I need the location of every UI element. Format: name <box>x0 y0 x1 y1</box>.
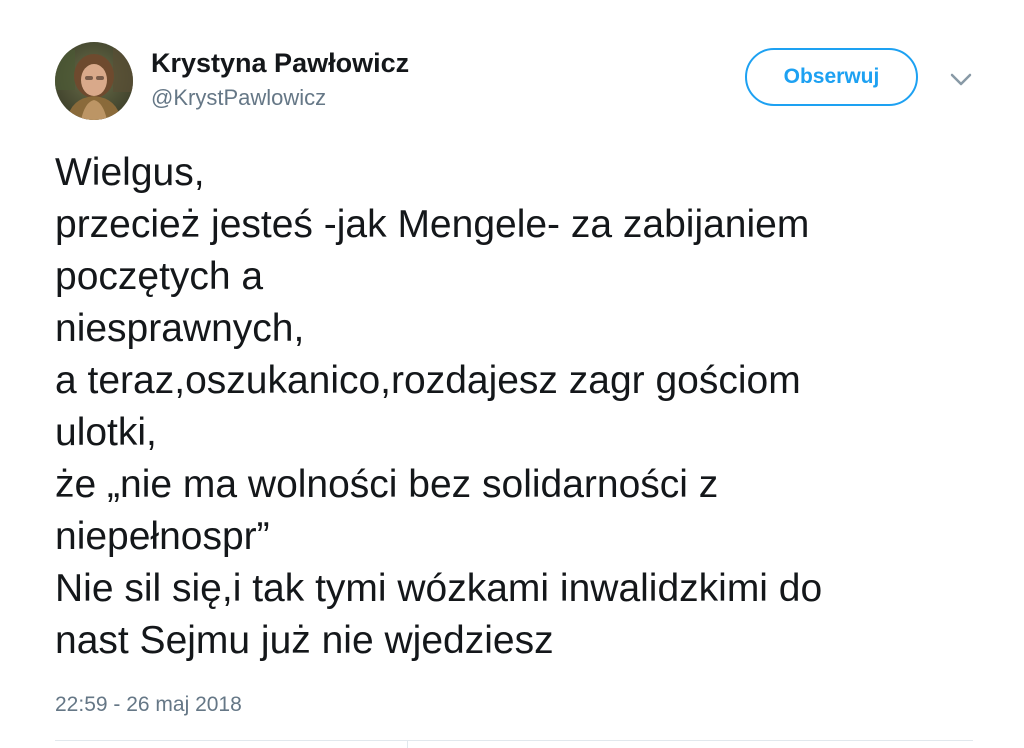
author-name[interactable]: Krystyna Pawłowicz <box>151 46 409 80</box>
tweet-line: nast Sejmu już nie wjedziesz <box>55 619 554 662</box>
tweet-line: niepełnospr” <box>55 515 270 558</box>
follow-button[interactable]: Obserwuj <box>745 48 918 106</box>
tweet-line: przecież jesteś -jak Mengele- za zabijan… <box>55 203 810 246</box>
author-handle[interactable]: @KrystPawlowicz <box>151 84 326 112</box>
tweet-line: poczętych a <box>55 255 264 298</box>
tweet-text: Wielgus, przecież jesteś -jak Mengele- z… <box>55 147 995 667</box>
tweet-line: Wielgus, <box>55 151 205 194</box>
chevron-down-icon[interactable] <box>946 66 976 92</box>
tweet-timestamp[interactable]: 22:59 - 26 maj 2018 <box>55 691 242 719</box>
tweet-line: niesprawnych, <box>55 307 305 350</box>
divider <box>55 740 973 741</box>
tweet-line: ulotki, <box>55 411 157 454</box>
avatar[interactable] <box>55 42 133 120</box>
profile-photo <box>55 42 133 120</box>
divider <box>407 740 408 748</box>
tweet-line: a teraz,oszukanico,rozdajesz zagr gościo… <box>55 359 801 402</box>
tweet-line: że „nie ma wolności bez solidarności z <box>55 463 719 506</box>
tweet-line: Nie sil się,i tak tymi wózkami inwalidzk… <box>55 567 823 610</box>
